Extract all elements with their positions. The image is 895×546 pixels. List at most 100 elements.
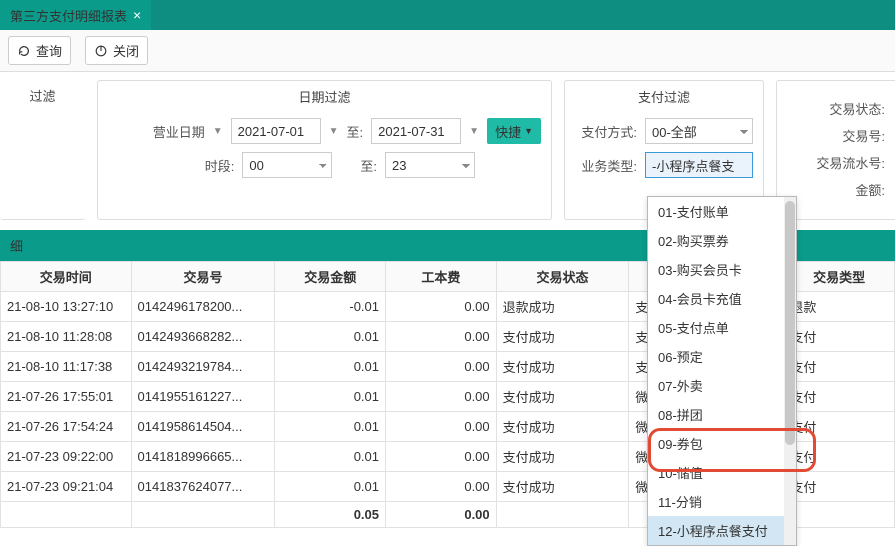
chevron-down-icon[interactable]: ▼ bbox=[329, 126, 339, 137]
cell: 0.00 bbox=[386, 472, 497, 502]
power-icon bbox=[94, 44, 108, 58]
cell: 0.01 bbox=[275, 352, 386, 382]
footer-cell: 0.00 bbox=[386, 502, 497, 528]
cell: 21-07-26 17:55:01 bbox=[1, 382, 132, 412]
status-label: 交易状态: bbox=[829, 99, 885, 118]
tab-report[interactable]: 第三方支付明细报表 × bbox=[0, 0, 151, 30]
close-icon[interactable]: × bbox=[133, 7, 141, 23]
scrollbar-thumb[interactable] bbox=[785, 201, 795, 445]
cell: 支付 bbox=[784, 472, 895, 502]
time-label: 时段: bbox=[205, 156, 235, 175]
footer-cell bbox=[1, 502, 132, 528]
cell: 0.01 bbox=[275, 382, 386, 412]
cell: 支付 bbox=[784, 322, 895, 352]
cell: 0142493668282... bbox=[131, 322, 275, 352]
biz-type-dropdown: 01-支付账单02-购买票券03-购买会员卡04-会员卡充值05-支付点单06-… bbox=[647, 196, 797, 546]
cell: 0141837624077... bbox=[131, 472, 275, 502]
dropdown-item[interactable]: 08-拼团 bbox=[648, 400, 796, 429]
footer-cell bbox=[131, 502, 275, 528]
pay-method-select[interactable] bbox=[645, 118, 753, 144]
query-button[interactable]: 查询 bbox=[8, 36, 71, 65]
dropdown-item[interactable]: 12-小程序点餐支付 bbox=[648, 516, 796, 545]
footer-cell: 0.05 bbox=[275, 502, 386, 528]
biz-date-label: 营业日期 bbox=[153, 122, 205, 141]
col-header[interactable]: 交易金额 bbox=[275, 262, 386, 292]
dropdown-item[interactable]: 05-支付点单 bbox=[648, 313, 796, 342]
date-to-input[interactable] bbox=[371, 118, 461, 144]
cell: 21-07-23 09:21:04 bbox=[1, 472, 132, 502]
col-header[interactable]: 交易类型 bbox=[784, 262, 895, 292]
dropdown-item[interactable]: 11-分销 bbox=[648, 487, 796, 516]
panel-title-date: 日期过滤 bbox=[98, 81, 551, 112]
col-header[interactable]: 交易状态 bbox=[496, 262, 629, 292]
time-to-select[interactable] bbox=[385, 152, 475, 178]
cell: 0142493219784... bbox=[131, 352, 275, 382]
col-header[interactable]: 交易时间 bbox=[1, 262, 132, 292]
cell: 退款成功 bbox=[496, 292, 629, 322]
cell: 支付成功 bbox=[496, 382, 629, 412]
cell: 21-08-10 11:28:08 bbox=[1, 322, 132, 352]
dropdown-item[interactable]: 02-购买票券 bbox=[648, 226, 796, 255]
toolbar: 查询 关闭 bbox=[0, 30, 895, 72]
cell: 支付成功 bbox=[496, 442, 629, 472]
cell: 0.01 bbox=[275, 412, 386, 442]
cell: 退款 bbox=[784, 292, 895, 322]
cell: 支付成功 bbox=[496, 412, 629, 442]
panel-filter-left: 过滤 bbox=[0, 80, 85, 220]
cell: 0.00 bbox=[386, 412, 497, 442]
col-header[interactable]: 交易号 bbox=[131, 262, 275, 292]
cell: 0141958614504... bbox=[131, 412, 275, 442]
cell: 支付 bbox=[784, 412, 895, 442]
dropdown-item[interactable]: 09-券包 bbox=[648, 429, 796, 458]
query-label: 查询 bbox=[36, 41, 62, 60]
cell: 0141955161227... bbox=[131, 382, 275, 412]
scrollbar[interactable] bbox=[784, 197, 796, 545]
quick-label: 快捷 bbox=[495, 122, 521, 141]
dropdown-item[interactable]: 01-支付账单 bbox=[648, 197, 796, 226]
refresh-icon bbox=[17, 44, 31, 58]
date-from-input[interactable] bbox=[231, 118, 321, 144]
amount-label: 金额: bbox=[855, 180, 885, 199]
cell: 21-07-26 17:54:24 bbox=[1, 412, 132, 442]
close-button[interactable]: 关闭 bbox=[85, 36, 148, 65]
cell: 0.01 bbox=[275, 442, 386, 472]
cell: 0142496178200... bbox=[131, 292, 275, 322]
cell: 0.00 bbox=[386, 322, 497, 352]
dropdown-item[interactable]: 04-会员卡充值 bbox=[648, 284, 796, 313]
cell: 0.00 bbox=[386, 352, 497, 382]
cell: 支付成功 bbox=[496, 322, 629, 352]
cell: 0.00 bbox=[386, 442, 497, 472]
dropdown-item[interactable]: 03-购买会员卡 bbox=[648, 255, 796, 284]
cell: 支付 bbox=[784, 382, 895, 412]
dropdown-item[interactable]: 10-储值 bbox=[648, 458, 796, 487]
cell: 支付 bbox=[784, 352, 895, 382]
section-title: 细 bbox=[10, 239, 23, 254]
pay-method-label: 支付方式: bbox=[581, 122, 637, 141]
panel-title-left: 过滤 bbox=[0, 80, 85, 111]
cell: 支付成功 bbox=[496, 352, 629, 382]
cell: -0.01 bbox=[275, 292, 386, 322]
footer-cell bbox=[496, 502, 629, 528]
col-header[interactable]: 工本费 bbox=[386, 262, 497, 292]
tab-title: 第三方支付明细报表 bbox=[10, 6, 127, 25]
dropdown-item[interactable]: 06-预定 bbox=[648, 342, 796, 371]
chevron-down-icon[interactable]: ▼ bbox=[469, 126, 479, 137]
biz-type-select[interactable] bbox=[645, 152, 753, 178]
biz-type-label: 业务类型: bbox=[581, 156, 637, 175]
flow-no-label: 交易流水号: bbox=[816, 153, 885, 172]
time-from-select[interactable] bbox=[242, 152, 332, 178]
tab-bar: 第三方支付明细报表 × bbox=[0, 0, 895, 30]
chevron-down-icon: ▼ bbox=[524, 126, 533, 136]
to-label: 至: bbox=[347, 122, 364, 141]
dropdown-item[interactable]: 07-外卖 bbox=[648, 371, 796, 400]
quick-button[interactable]: 快捷▼ bbox=[487, 118, 541, 144]
cell: 0.01 bbox=[275, 322, 386, 352]
cell: 支付成功 bbox=[496, 472, 629, 502]
close-label: 关闭 bbox=[113, 41, 139, 60]
cell: 支付 bbox=[784, 442, 895, 472]
to-label-2: 至: bbox=[360, 156, 377, 175]
txn-no-label: 交易号: bbox=[842, 126, 885, 145]
footer-cell bbox=[784, 502, 895, 528]
chevron-down-icon[interactable]: ▼ bbox=[213, 126, 223, 137]
cell: 21-08-10 11:17:38 bbox=[1, 352, 132, 382]
